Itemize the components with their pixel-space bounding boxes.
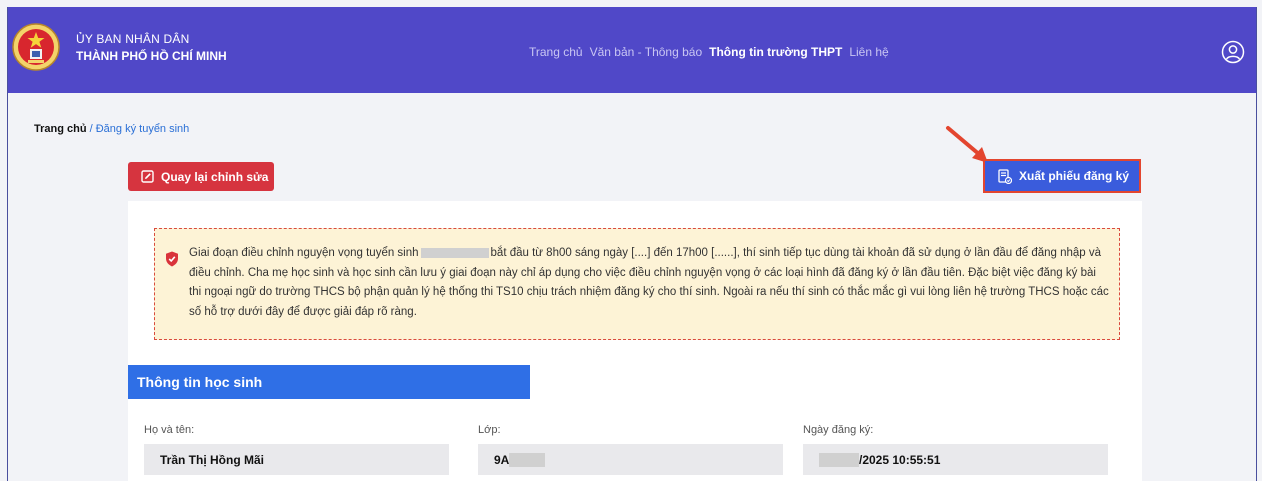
breadcrumb-separator: / [86,123,96,135]
notice-box: Giai đoạn điều chỉnh nguyện vọng tuyển s… [154,228,1120,340]
nav-item-contact[interactable]: Liên hệ [849,45,888,59]
nav-item-home[interactable]: Trang chủ [529,45,583,59]
back-to-edit-label: Quay lại chỉnh sửa [161,169,269,184]
class-value: 9A [494,452,510,467]
registration-date-label: Ngày đăng ký: [803,424,874,436]
browser-frame: ỦY BAN NHÂN DÂN THÀNH PHỐ HỒ CHÍ MINH Tr… [7,7,1257,481]
registration-card: Giai đoạn điều chỉnh nguyện vọng tuyển s… [128,201,1142,481]
class-label: Lớp: [478,424,501,436]
redacted-school-year [420,247,489,258]
registration-date-field: /2025 10:55:51 [803,444,1108,475]
breadcrumb: Trang chủ / Đăng ký tuyển sinh [34,123,189,135]
export-registration-button[interactable]: Xuất phiếu đăng ký [983,159,1141,193]
nav-item-documents[interactable]: Văn bản - Thông báo [590,45,703,59]
top-header: ỦY BAN NHÂN DÂN THÀNH PHỐ HỒ CHÍ MINH Tr… [8,7,1256,93]
document-export-icon [998,168,1012,184]
notice-text-part1: Giai đoạn điều chỉnh nguyện vọng tuyển s… [189,247,419,259]
breadcrumb-home[interactable]: Trang chủ [34,123,87,135]
main-nav: Trang chủ Văn bản - Thông báo Thông tin … [529,45,889,59]
registration-date-value: /2025 10:55:51 [859,452,941,467]
edit-icon [141,170,154,183]
back-to-edit-button[interactable]: Quay lại chỉnh sửa [128,162,274,191]
student-info-header: Thông tin học sinh [128,365,530,399]
user-circle-icon[interactable] [1221,40,1245,64]
redacted-date-prefix [819,452,859,467]
name-label: Họ và tên: [144,424,195,436]
breadcrumb-current: Đăng ký tuyển sinh [95,123,190,135]
org-name-line1: ỦY BAN NHÂN DÂN [76,32,190,46]
export-registration-label: Xuất phiếu đăng ký [1019,169,1130,183]
notice-text: Giai đoạn điều chỉnh nguyện vọng tuyển s… [189,244,1111,322]
redacted-class-suffix [509,452,546,467]
name-field: Trần Thị Hồng Mãi [144,444,449,475]
name-value: Trần Thị Hồng Mãi [160,452,264,467]
city-emblem-icon [12,23,60,71]
shield-icon [166,251,178,267]
org-name-line2: THÀNH PHỐ HỒ CHÍ MINH [76,49,227,63]
nav-item-school-info[interactable]: Thông tin trường THPT [709,45,842,59]
class-field: 9A [478,444,783,475]
